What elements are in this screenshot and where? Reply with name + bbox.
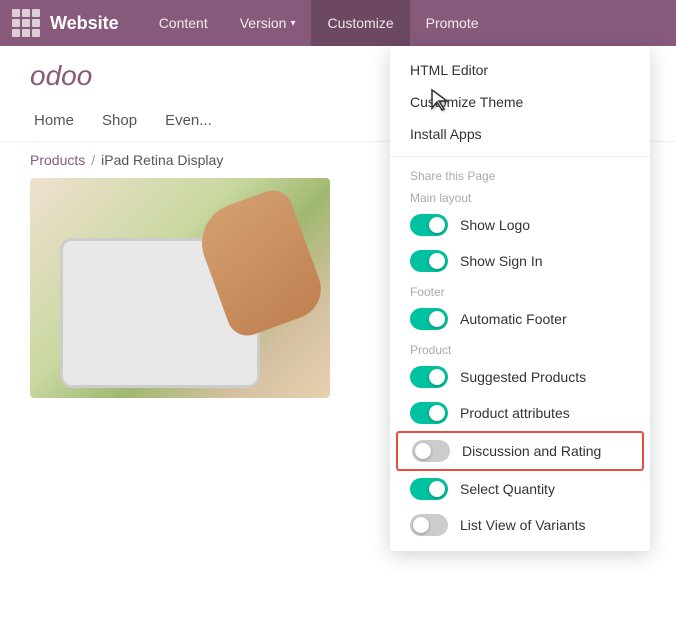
toggle-knob (413, 517, 429, 533)
automatic-footer-label: Automatic Footer (460, 311, 567, 327)
install-apps-item[interactable]: Install Apps (390, 118, 650, 150)
site-nav-home[interactable]: Home (30, 112, 78, 129)
section-main-layout: Main layout (390, 185, 650, 207)
odoo-logo: odoo (30, 60, 92, 92)
customize-theme-item[interactable]: Customize Theme (390, 86, 650, 118)
toggle-suggested-products[interactable]: Suggested Products (390, 359, 650, 395)
toggle-list-view-variants[interactable]: List View of Variants (390, 507, 650, 543)
html-editor-item[interactable]: HTML Editor (390, 54, 650, 86)
toggle-show-logo[interactable]: Show Logo (390, 207, 650, 243)
select-quantity-label: Select Quantity (460, 481, 555, 497)
version-caret: ▾ (290, 18, 295, 29)
show-logo-label: Show Logo (460, 217, 530, 233)
discussion-rating-toggle[interactable] (412, 440, 450, 462)
suggested-products-label: Suggested Products (460, 369, 586, 385)
section-footer: Footer (390, 279, 650, 301)
nav-version[interactable]: Version ▾ (224, 0, 312, 46)
toggle-select-quantity[interactable]: Select Quantity (390, 471, 650, 507)
topbar-nav: Content Version ▾ Customize Promote (143, 0, 664, 46)
toggle-show-sign-in[interactable]: Show Sign In (390, 243, 650, 279)
main-area: odoo Home Shop Even... ...ntat Products … (0, 46, 676, 624)
list-view-variants-toggle[interactable] (410, 514, 448, 536)
nav-customize[interactable]: Customize (311, 0, 409, 46)
toggle-knob (429, 405, 445, 421)
nav-content[interactable]: Content (143, 0, 224, 46)
app-title: Website (50, 13, 119, 34)
show-sign-in-label: Show Sign In (460, 253, 543, 269)
customize-dropdown: HTML Editor Customize Theme Install Apps… (390, 46, 650, 551)
toggle-discussion-and-rating[interactable]: Discussion and Rating (396, 431, 644, 471)
product-image (30, 178, 330, 398)
toggle-knob (429, 481, 445, 497)
divider-1 (390, 156, 650, 157)
breadcrumb-current-page: iPad Retina Display (101, 152, 223, 168)
toggle-knob (429, 311, 445, 327)
product-attributes-label: Product attributes (460, 405, 570, 421)
list-view-variants-label: List View of Variants (460, 517, 586, 533)
show-logo-toggle[interactable] (410, 214, 448, 236)
breadcrumb-products-link[interactable]: Products (30, 152, 85, 168)
apps-grid-icon[interactable] (12, 9, 40, 37)
nav-promote[interactable]: Promote (410, 0, 495, 46)
topbar: Website Content Version ▾ Customize Prom… (0, 0, 676, 46)
select-quantity-toggle[interactable] (410, 478, 448, 500)
section-share-this-page: Share this Page (390, 163, 650, 185)
product-attributes-toggle[interactable] (410, 402, 448, 424)
toggle-product-attributes[interactable]: Product attributes (390, 395, 650, 431)
automatic-footer-toggle[interactable] (410, 308, 448, 330)
site-nav-events[interactable]: Even... (161, 112, 216, 129)
show-sign-in-toggle[interactable] (410, 250, 448, 272)
toggle-knob (429, 217, 445, 233)
site-nav-shop[interactable]: Shop (98, 112, 141, 129)
suggested-products-toggle[interactable] (410, 366, 448, 388)
breadcrumb-separator: / (91, 152, 95, 168)
section-product: Product (390, 337, 650, 359)
toggle-knob (429, 253, 445, 269)
toggle-automatic-footer[interactable]: Automatic Footer (390, 301, 650, 337)
discussion-rating-label: Discussion and Rating (462, 443, 601, 459)
toggle-knob (429, 369, 445, 385)
toggle-knob (415, 443, 431, 459)
